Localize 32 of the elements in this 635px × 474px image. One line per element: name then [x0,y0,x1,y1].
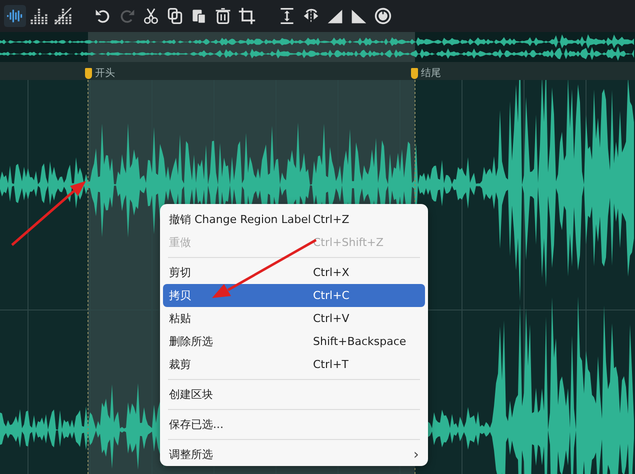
marker-label: 结尾 [421,66,441,80]
menu-item[interactable]: 创建区块 [163,383,425,406]
knob-button[interactable] [372,5,394,27]
normalize-icon [278,7,296,25]
knob-icon [374,7,392,25]
marker-pin-icon[interactable] [411,68,418,78]
paste-icon [190,7,208,25]
bar-chart-off-icon [54,7,72,25]
menu-item[interactable]: 裁剪 Ctrl+T [163,353,425,376]
crop-button[interactable] [236,5,258,27]
marker-label: 开头 [95,66,115,80]
menu-item[interactable]: 删除所选 Shift+Backspace [163,330,425,353]
redo-icon [118,7,136,25]
menu-item[interactable]: 保存已选... [163,413,425,436]
trash-icon [214,7,232,25]
menu-item[interactable]: 拷贝 Ctrl+C [163,284,425,307]
crop-icon [238,7,256,25]
undo-icon [94,7,112,25]
copy-icon [166,7,184,25]
waveform-button[interactable] [4,5,26,27]
bar-chart-off-button[interactable] [52,5,74,27]
fade-out-icon [350,7,368,25]
bar-chart-icon [30,7,48,25]
menu-item[interactable]: 剪切 Ctrl+X [163,261,425,284]
menu-item[interactable]: 调整所选 › [163,443,425,466]
reverse-icon [302,7,320,25]
marker-pin-icon[interactable] [85,68,92,78]
menu-item[interactable]: 撤销 Change Region Label Ctrl+Z [163,208,425,231]
scissors-icon [142,7,160,25]
fade-in-icon [326,7,344,25]
menu-item[interactable]: 粘贴 Ctrl+V [163,307,425,330]
waveform-icon [6,7,24,25]
